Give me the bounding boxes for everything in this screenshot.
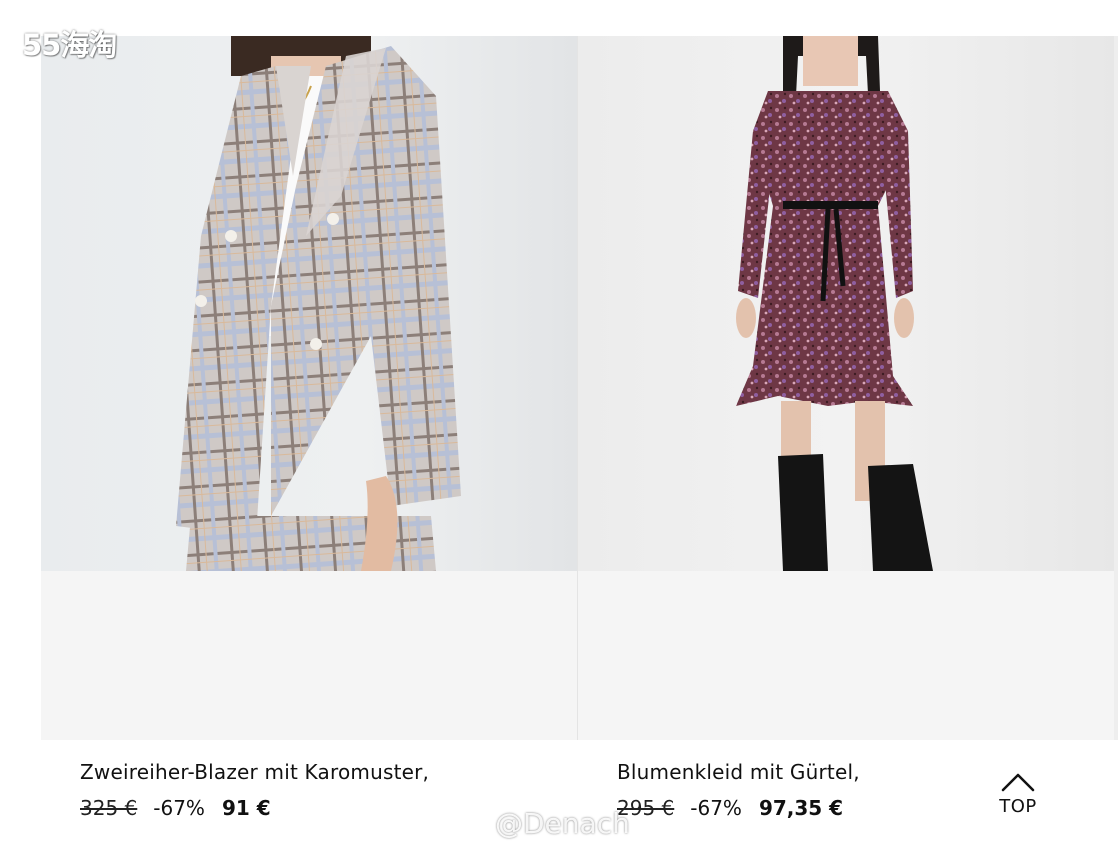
price-row: 325 € -67% 91 € — [80, 796, 429, 820]
chevron-up-icon — [1001, 773, 1035, 792]
product-card-blank-area — [41, 571, 577, 740]
dress-photo-illustration — [736, 36, 933, 571]
back-to-top-button[interactable]: TOP — [990, 772, 1046, 828]
product-card-blank-area — [578, 571, 1114, 740]
product-title[interactable]: Blumenkleid mit Gürtel, — [617, 760, 860, 784]
product-image-dress[interactable] — [578, 36, 1114, 571]
sale-price: 97,35 € — [758, 796, 844, 820]
price-row: 295 € -67% 97,35 € — [617, 796, 860, 820]
watermark-logo: 55海淘 — [22, 28, 117, 62]
discount-badge: -67% — [690, 796, 742, 820]
sale-price: 91 € — [221, 796, 271, 820]
product-grid — [41, 36, 1114, 740]
product-card-dress[interactable] — [578, 36, 1114, 740]
blazer-photo-illustration — [176, 36, 461, 571]
product-info-dress[interactable]: Blumenkleid mit Gürtel, 295 € -67% 97,35… — [617, 760, 860, 820]
product-image-blazer[interactable] — [41, 36, 577, 571]
discount-badge: -67% — [153, 796, 205, 820]
product-title[interactable]: Zweireiher-Blazer mit Karomuster, — [80, 760, 429, 784]
right-edge-strip — [1114, 36, 1118, 740]
original-price: 325 € — [80, 796, 138, 820]
product-info-blazer[interactable]: Zweireiher-Blazer mit Karomuster, 325 € … — [80, 760, 429, 820]
product-card-blazer[interactable] — [41, 36, 578, 740]
watermark-username: @Denach — [495, 807, 630, 840]
back-to-top-label: TOP — [999, 796, 1037, 817]
